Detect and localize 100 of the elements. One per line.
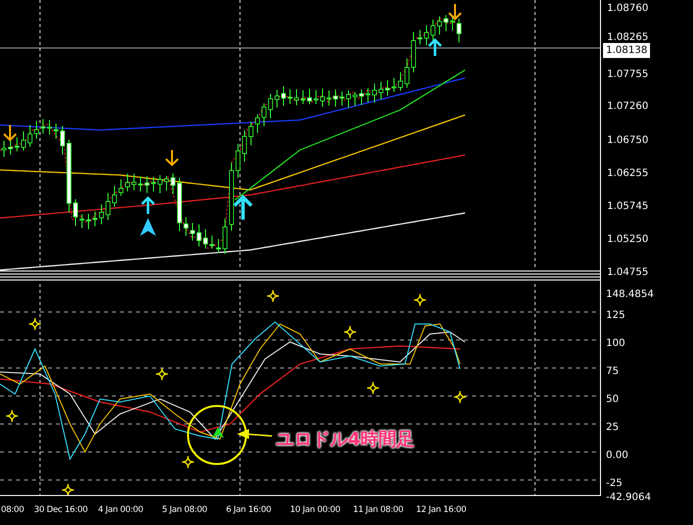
time-label: 12 Jan 16:00	[416, 504, 466, 517]
up-arrow-icon	[140, 196, 156, 216]
price-label: 1.05250	[607, 233, 648, 247]
indicator-label: 0.00	[606, 449, 628, 463]
candlestick	[424, 24, 429, 46]
up-arrow-icon	[232, 194, 254, 222]
candlestick	[40, 118, 46, 134]
candlestick	[106, 192, 110, 220]
candlestick	[359, 88, 364, 106]
price-label: 1.07260	[607, 100, 648, 114]
candlestick	[99, 204, 104, 225]
indicator-label: 75	[606, 365, 619, 379]
down-arrow-icon	[3, 124, 17, 142]
candlestick	[21, 130, 26, 152]
candlestick	[274, 89, 280, 108]
candlestick	[190, 222, 195, 241]
candlestick	[151, 176, 156, 192]
candlestick	[326, 90, 332, 106]
price-label: 1.04755	[607, 266, 648, 280]
candlestick	[314, 90, 318, 104]
indicator-label: 148.4854	[606, 288, 654, 302]
indicator-label: -42.9064	[606, 491, 651, 505]
time-label: 4 Jan 00:00	[98, 504, 144, 517]
candlestick	[378, 81, 384, 100]
candlestick	[352, 92, 358, 106]
candlestick	[255, 114, 260, 134]
candlestick	[398, 72, 403, 92]
price-label: 1.06750	[607, 134, 648, 148]
annotation-label: ユロドル4時間足	[276, 428, 415, 452]
candlestick	[281, 86, 286, 106]
down-arrow-icon	[165, 149, 179, 166]
current-price-label: 1.08138	[603, 43, 650, 58]
candlestick	[320, 88, 325, 108]
indicator-label: 25	[606, 421, 619, 435]
down-arrow-icon	[448, 3, 462, 20]
candlestick	[392, 78, 396, 92]
highlight-circle	[187, 405, 247, 465]
time-label: 30 Dec 16:00	[34, 504, 88, 517]
candlestick	[125, 173, 130, 192]
star-icon	[5, 409, 19, 423]
candlestick	[54, 123, 58, 140]
time-label: 08:00	[1, 504, 24, 517]
candlestick	[404, 58, 410, 88]
arrow-icon	[212, 427, 224, 438]
candlestick	[366, 88, 370, 103]
time-label: 11 Jan 08:00	[353, 504, 404, 517]
candlestick	[177, 177, 182, 232]
candlestick	[456, 18, 462, 43]
star-icon	[413, 293, 427, 307]
candlestick	[411, 31, 416, 73]
candlestick	[210, 235, 214, 250]
candlestick	[144, 176, 150, 194]
star-icon	[343, 325, 357, 339]
candlestick	[216, 238, 221, 254]
candlestick	[118, 178, 124, 196]
candlestick	[112, 185, 117, 208]
candlestick	[28, 124, 32, 148]
price-label: 1.08760	[607, 2, 648, 16]
candlestick	[86, 213, 91, 230]
candlestick	[437, 16, 442, 36]
up-arrow-icon	[428, 38, 442, 58]
candlestick	[340, 91, 344, 106]
star-icon	[453, 390, 467, 404]
indicator-label: 125	[606, 309, 626, 323]
candlestick	[92, 210, 98, 227]
candlestick	[294, 88, 299, 106]
indicator-label: 100	[606, 337, 626, 351]
candlestick	[307, 88, 312, 105]
candlestick	[138, 176, 143, 192]
candlestick	[418, 29, 422, 45]
star-icon	[266, 289, 280, 303]
indicator-label: -25	[606, 477, 622, 491]
star-icon	[181, 455, 195, 469]
price-label: 1.07755	[607, 68, 648, 82]
candlestick	[203, 228, 208, 250]
candlestick	[196, 224, 202, 247]
candlestick	[14, 136, 20, 152]
candlestick	[170, 172, 176, 195]
candlestick	[444, 14, 448, 32]
candlestick	[262, 102, 266, 127]
pointer-arrow	[237, 429, 272, 439]
candlestick	[80, 214, 84, 229]
pointer-icon	[140, 218, 156, 236]
star-icon	[28, 317, 42, 331]
candlestick	[242, 130, 247, 162]
price-label: 1.06255	[607, 167, 648, 181]
candlestick	[288, 88, 292, 104]
star-icon	[61, 483, 75, 496]
candlestick	[385, 80, 390, 96]
candlestick	[34, 120, 39, 140]
candlestick	[248, 121, 254, 146]
candlestick	[184, 216, 188, 236]
candlestick	[372, 83, 377, 104]
time-label: 10 Jan 00:00	[290, 504, 340, 517]
candlestick	[132, 173, 136, 191]
candlestick	[158, 174, 162, 194]
candlestick	[60, 125, 65, 156]
price-label: 1.08265	[607, 31, 648, 45]
time-label: 6 Jan 16:00	[226, 504, 272, 517]
candlestick	[236, 143, 240, 178]
